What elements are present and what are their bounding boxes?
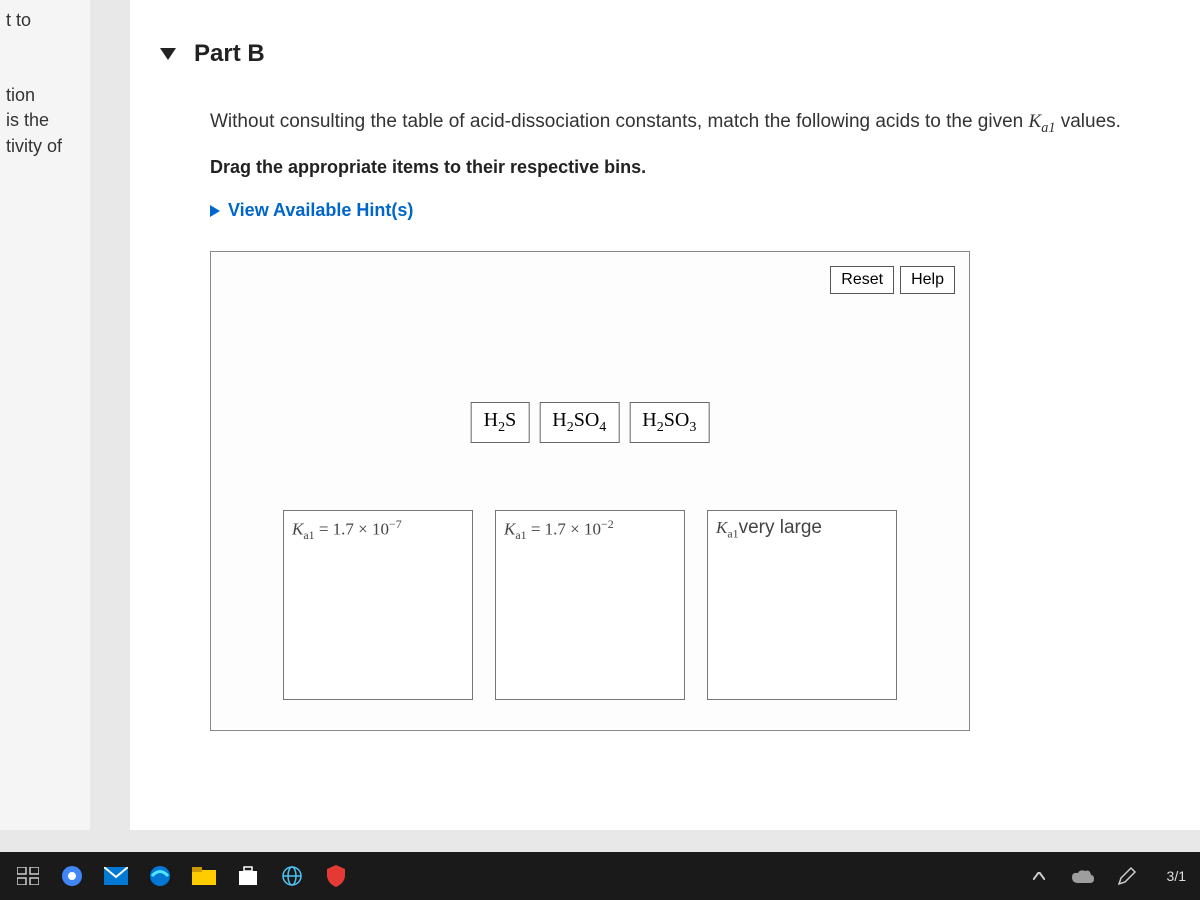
sidebar-text-2c: tivity of	[6, 134, 84, 159]
draggable-h2so4[interactable]: H2SO4	[539, 402, 619, 443]
drag-instruction: Drag the appropriate items to their resp…	[210, 157, 1170, 178]
left-sidebar-fragment: t to tion is the tivity of	[0, 0, 90, 830]
draggable-h2so3[interactable]: H2SO3	[629, 402, 709, 443]
drag-drop-activity: Reset Help H2S H2SO4 H2SO3 Ka1 = 1.7 × 1…	[210, 251, 970, 731]
cloud-icon[interactable]	[1069, 862, 1097, 890]
bin-ka-very-large[interactable]: Ka1very large	[707, 510, 897, 700]
hints-label: View Available Hint(s)	[228, 200, 413, 221]
mail-icon[interactable]	[102, 862, 130, 890]
edge-icon[interactable]	[146, 862, 174, 890]
web-icon[interactable]	[278, 862, 306, 890]
chrome-icon[interactable]	[58, 862, 86, 890]
bin-label-3: Ka1very large	[716, 517, 888, 541]
chevron-right-icon	[210, 205, 220, 217]
file-explorer-icon[interactable]	[190, 862, 218, 890]
bin-ka-1e-7[interactable]: Ka1 = 1.7 × 10−7	[283, 510, 473, 700]
part-header[interactable]: Part B	[160, 40, 1170, 68]
draggable-row: H2S H2SO4 H2SO3	[471, 402, 710, 443]
part-title: Part B	[194, 40, 265, 68]
question-text: Without consulting the table of acid-dis…	[210, 108, 1170, 139]
taskbar-date[interactable]: 3/1	[1167, 868, 1186, 884]
ka-symbol: K	[1029, 111, 1042, 132]
store-icon[interactable]	[234, 862, 262, 890]
shield-icon[interactable]	[322, 862, 350, 890]
question-prefix: Without consulting the table of acid-dis…	[210, 111, 1029, 132]
reset-button[interactable]: Reset	[830, 266, 894, 294]
bin-label-2: Ka1 = 1.7 × 10−2	[504, 517, 676, 543]
ka-subscript: a1	[1041, 120, 1055, 136]
main-content: Part B Without consulting the table of a…	[130, 0, 1200, 830]
sidebar-text-1: t to	[6, 8, 84, 33]
disclosure-triangle-icon[interactable]	[160, 48, 176, 60]
pen-icon[interactable]	[1113, 862, 1141, 890]
bin-label-1: Ka1 = 1.7 × 10−7	[292, 517, 464, 543]
draggable-h2s[interactable]: H2S	[471, 402, 530, 443]
bin-ka-1e-2[interactable]: Ka1 = 1.7 × 10−2	[495, 510, 685, 700]
chevron-up-icon[interactable]	[1025, 862, 1053, 890]
task-view-icon[interactable]	[14, 862, 42, 890]
view-hints-link[interactable]: View Available Hint(s)	[210, 200, 1170, 221]
question-suffix: values.	[1055, 111, 1120, 132]
help-button[interactable]: Help	[900, 266, 955, 294]
bins-row: Ka1 = 1.7 × 10−7 Ka1 = 1.7 × 10−2 Ka1ver…	[283, 510, 897, 700]
windows-taskbar[interactable]: 3/1	[0, 852, 1200, 900]
sidebar-text-2b: is the	[6, 108, 84, 133]
sidebar-text-2a: tion	[6, 83, 84, 108]
